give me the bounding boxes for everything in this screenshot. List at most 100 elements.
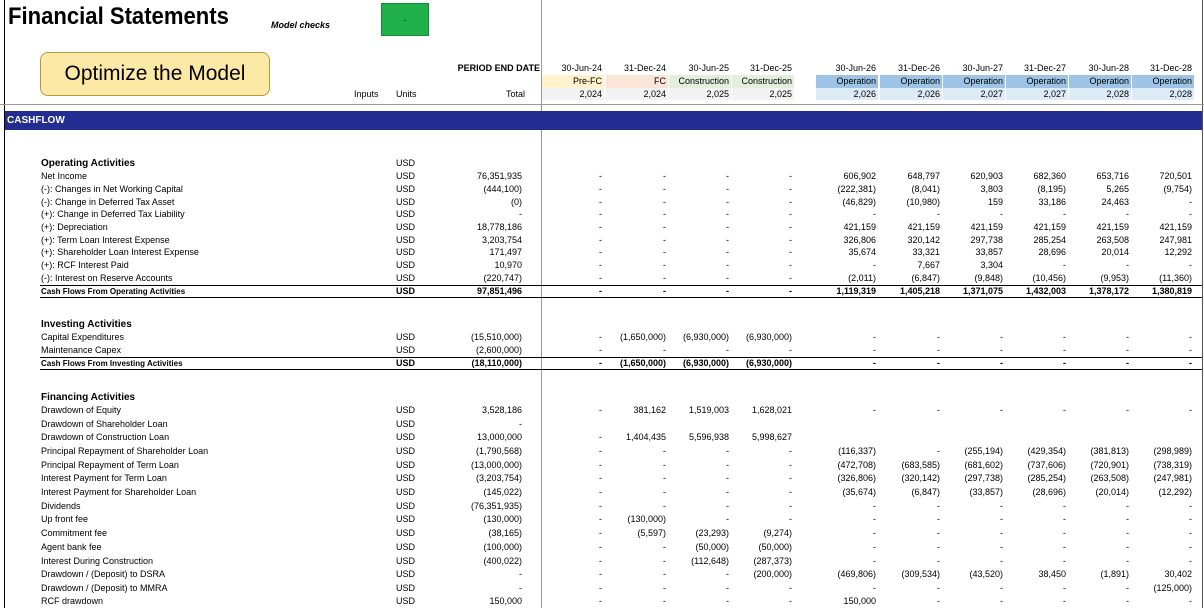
row-period-value[interactable]: - <box>606 170 668 183</box>
row-period-value[interactable]: (8,041) <box>880 183 942 196</box>
row-period-value[interactable]: - <box>943 541 1005 554</box>
row-units[interactable]: USD <box>396 541 415 554</box>
row-period-value[interactable]: - <box>1132 357 1194 370</box>
row-period-value[interactable]: - <box>542 344 604 357</box>
row-period-value[interactable]: - <box>880 513 942 526</box>
row-period-value[interactable]: - <box>669 486 731 499</box>
row-period-value[interactable]: (112,648) <box>669 555 731 568</box>
row-period-value[interactable]: - <box>1006 500 1068 513</box>
row-period-value[interactable]: (200,000) <box>732 568 794 581</box>
row-period-value[interactable]: - <box>542 595 604 608</box>
row-period-value[interactable]: - <box>1006 513 1068 526</box>
row-period-value[interactable]: - <box>606 472 668 485</box>
row-period-value[interactable]: (297,738) <box>943 472 1005 485</box>
row-period-value[interactable]: - <box>732 246 794 259</box>
row-period-value[interactable]: - <box>816 344 878 357</box>
row-period-value[interactable]: - <box>732 500 794 513</box>
row-period-value[interactable]: (469,806) <box>816 568 878 581</box>
row-period-value[interactable]: - <box>1132 527 1194 540</box>
row-period-value[interactable]: - <box>1069 404 1131 417</box>
row-period-value[interactable]: - <box>816 259 878 272</box>
row-period-value[interactable]: 33,857 <box>943 246 1005 259</box>
row-units[interactable]: USD <box>396 500 415 513</box>
row-period-value[interactable]: - <box>732 183 794 196</box>
row-period-value[interactable]: (309,534) <box>880 568 942 581</box>
row-period-value[interactable]: (8,195) <box>1006 183 1068 196</box>
row-period-value[interactable]: (23,293) <box>669 527 731 540</box>
row-period-value[interactable]: - <box>542 221 604 234</box>
row-units[interactable]: USD <box>396 486 415 499</box>
row-period-value[interactable]: - <box>669 500 731 513</box>
row-period-value[interactable]: - <box>669 285 731 298</box>
row-period-value[interactable]: - <box>669 582 731 595</box>
row-label[interactable]: Agent bank fee <box>41 541 102 554</box>
row-period-value[interactable]: - <box>542 541 604 554</box>
row-period-value[interactable]: - <box>880 595 942 608</box>
row-period-value[interactable]: - <box>1069 331 1131 344</box>
row-period-value[interactable]: (2,011) <box>816 272 878 285</box>
row-units[interactable]: USD <box>396 459 415 472</box>
row-period-value[interactable]: (6,930,000) <box>732 357 794 370</box>
row-period-value[interactable]: - <box>606 500 668 513</box>
row-period-value[interactable]: (28,696) <box>1006 486 1068 499</box>
row-period-value[interactable]: - <box>606 183 668 196</box>
row-label[interactable]: Drawdown of Equity <box>41 404 121 417</box>
row-period-value[interactable]: - <box>1132 259 1194 272</box>
row-label[interactable]: Interest Payment for Shareholder Loan <box>41 486 196 499</box>
row-period-value[interactable]: - <box>542 486 604 499</box>
row-period-value[interactable]: - <box>1132 541 1194 554</box>
row-period-value[interactable]: - <box>880 582 942 595</box>
row-period-value[interactable]: (50,000) <box>732 541 794 554</box>
row-units[interactable]: USD <box>396 472 415 485</box>
row-period-value[interactable]: - <box>732 221 794 234</box>
row-period-value[interactable]: 35,674 <box>816 246 878 259</box>
row-units[interactable]: USD <box>396 344 415 357</box>
row-total[interactable]: 171,497 <box>420 246 522 259</box>
row-period-value[interactable]: 33,321 <box>880 246 942 259</box>
row-period-value[interactable]: (43,520) <box>943 568 1005 581</box>
row-period-value[interactable]: - <box>542 500 604 513</box>
row-period-value[interactable]: - <box>880 500 942 513</box>
row-label[interactable]: Drawdown of Construction Loan <box>41 431 169 444</box>
row-period-value[interactable]: (222,381) <box>816 183 878 196</box>
row-period-value[interactable]: - <box>542 357 604 370</box>
row-units[interactable]: USD <box>396 404 415 417</box>
row-period-value[interactable]: - <box>669 208 731 221</box>
row-units[interactable]: USD <box>396 157 415 170</box>
row-period-value[interactable]: - <box>880 527 942 540</box>
row-period-value[interactable]: - <box>1132 344 1194 357</box>
row-period-value[interactable]: - <box>606 344 668 357</box>
row-period-value[interactable]: - <box>669 595 731 608</box>
row-period-value[interactable]: - <box>816 513 878 526</box>
row-period-value[interactable]: - <box>606 595 668 608</box>
row-period-value[interactable]: - <box>542 568 604 581</box>
row-total[interactable]: (400,022) <box>420 555 522 568</box>
row-period-value[interactable]: - <box>943 555 1005 568</box>
row-period-value[interactable]: - <box>880 555 942 568</box>
row-period-value[interactable]: - <box>1069 344 1131 357</box>
row-total[interactable]: (130,000) <box>420 513 522 526</box>
row-period-value[interactable]: - <box>732 272 794 285</box>
row-period-value[interactable]: - <box>1132 404 1194 417</box>
row-units[interactable]: USD <box>396 431 415 444</box>
row-label[interactable]: Dividends <box>41 500 81 513</box>
row-period-value[interactable]: - <box>816 527 878 540</box>
row-units[interactable]: USD <box>396 331 415 344</box>
row-total[interactable]: 10,970 <box>420 259 522 272</box>
row-units[interactable]: USD <box>396 246 415 259</box>
row-units[interactable]: USD <box>396 221 415 234</box>
row-period-value[interactable]: - <box>669 445 731 458</box>
row-period-value[interactable]: - <box>1006 541 1068 554</box>
row-period-value[interactable]: - <box>606 221 668 234</box>
row-period-value[interactable]: - <box>943 527 1005 540</box>
row-period-value[interactable]: (12,292) <box>1132 486 1194 499</box>
row-period-value[interactable]: (1,650,000) <box>606 331 668 344</box>
row-total[interactable]: - <box>420 582 522 595</box>
row-period-value[interactable]: (1,891) <box>1069 568 1131 581</box>
row-period-value[interactable]: - <box>1132 500 1194 513</box>
row-label[interactable]: (-): Changes in Net Working Capital <box>41 183 183 196</box>
row-period-value[interactable]: - <box>542 555 604 568</box>
row-total[interactable]: (220,747) <box>420 272 522 285</box>
row-total[interactable]: 97,851,496 <box>420 285 522 298</box>
row-period-value[interactable]: - <box>816 582 878 595</box>
